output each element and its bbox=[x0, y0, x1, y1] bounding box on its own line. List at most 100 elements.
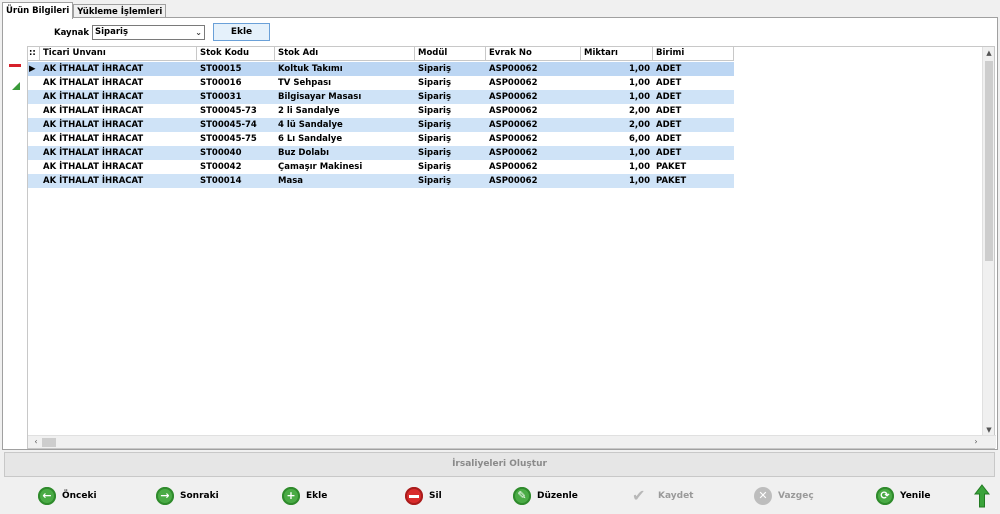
column-header[interactable]: Miktarı bbox=[581, 47, 653, 61]
cell-modul[interactable]: Sipariş bbox=[415, 174, 486, 188]
cell-modul[interactable]: Sipariş bbox=[415, 76, 486, 90]
cell-evrak[interactable]: ASP00062 bbox=[486, 118, 581, 132]
ekle-nav-button[interactable]: + Ekle bbox=[282, 485, 327, 507]
cell-ad[interactable]: TV Sehpası bbox=[275, 76, 415, 90]
sil-button[interactable]: Sil bbox=[405, 485, 442, 507]
table-row[interactable]: AK İTHALAT İHRACAT ST00040 Buz Dolabı Si… bbox=[28, 146, 734, 160]
cell-ad[interactable]: 2 li Sandalye bbox=[275, 104, 415, 118]
cell-kod[interactable]: ST00031 bbox=[197, 90, 275, 104]
cell-birim[interactable]: ADET bbox=[653, 104, 734, 118]
cell-kod[interactable]: ST00045-74 bbox=[197, 118, 275, 132]
sonraki-button[interactable]: → Sonraki bbox=[156, 485, 219, 507]
horizontal-scrollbar[interactable]: ‹ › bbox=[28, 435, 996, 448]
remove-row-icon[interactable] bbox=[9, 64, 21, 67]
cell-evrak[interactable]: ASP00062 bbox=[486, 62, 581, 76]
cell-evrak[interactable]: ASP00062 bbox=[486, 174, 581, 188]
cell-evrak[interactable]: ASP00062 bbox=[486, 160, 581, 174]
cell-unvan[interactable]: AK İTHALAT İHRACAT bbox=[40, 62, 197, 76]
cell-ad[interactable]: 4 lü Sandalye bbox=[275, 118, 415, 132]
cell-modul[interactable]: Sipariş bbox=[415, 90, 486, 104]
column-header[interactable]: Evrak No bbox=[486, 47, 581, 61]
onceki-button[interactable]: ← Önceki bbox=[38, 485, 97, 507]
cell-evrak[interactable]: ASP00062 bbox=[486, 132, 581, 146]
cell-unvan[interactable]: AK İTHALAT İHRACAT bbox=[40, 90, 197, 104]
tab-urun-bilgileri[interactable]: Ürün Bilgileri bbox=[2, 2, 74, 19]
duzenle-button[interactable]: ✎ Düzenle bbox=[513, 485, 578, 507]
cell-evrak[interactable]: ASP00062 bbox=[486, 90, 581, 104]
cell-miktar[interactable]: 1,00 bbox=[581, 76, 653, 90]
cell-miktar[interactable]: 1,00 bbox=[581, 62, 653, 76]
cell-ad[interactable]: Bilgisayar Masası bbox=[275, 90, 415, 104]
cell-miktar[interactable]: 1,00 bbox=[581, 174, 653, 188]
cell-modul[interactable]: Sipariş bbox=[415, 160, 486, 174]
cell-modul[interactable]: Sipariş bbox=[415, 118, 486, 132]
cell-miktar[interactable]: 6,00 bbox=[581, 132, 653, 146]
cell-modul[interactable]: Sipariş bbox=[415, 132, 486, 146]
cell-miktar[interactable]: 1,00 bbox=[581, 160, 653, 174]
cell-ad[interactable]: Masa bbox=[275, 174, 415, 188]
vazgec-button[interactable]: ✕ Vazgeç bbox=[754, 485, 814, 507]
vertical-scrollbar[interactable]: ▲ ▼ bbox=[982, 47, 994, 436]
yenile-button[interactable]: ⟳ Yenile bbox=[876, 485, 930, 507]
cell-ad[interactable]: Koltuk Takımı bbox=[275, 62, 415, 76]
cell-evrak[interactable]: ASP00062 bbox=[486, 76, 581, 90]
cell-evrak[interactable]: ASP00062 bbox=[486, 104, 581, 118]
cell-birim[interactable]: PAKET bbox=[653, 174, 734, 188]
table-row[interactable]: AK İTHALAT İHRACAT ST00045-74 4 lü Sanda… bbox=[28, 118, 734, 132]
cell-kod[interactable]: ST00016 bbox=[197, 76, 275, 90]
cell-unvan[interactable]: AK İTHALAT İHRACAT bbox=[40, 160, 197, 174]
cell-unvan[interactable]: AK İTHALAT İHRACAT bbox=[40, 132, 197, 146]
cell-kod[interactable]: ST00040 bbox=[197, 146, 275, 160]
cell-unvan[interactable]: AK İTHALAT İHRACAT bbox=[40, 174, 197, 188]
cell-miktar[interactable]: 2,00 bbox=[581, 104, 653, 118]
irsaliye-olustur-button[interactable]: İrsaliyeleri Oluştur bbox=[4, 452, 995, 477]
table-row[interactable]: AK İTHALAT İHRACAT ST00042 Çamaşır Makin… bbox=[28, 160, 734, 174]
table-row[interactable]: AK İTHALAT İHRACAT ST00014 Masa Sipariş … bbox=[28, 174, 734, 188]
scroll-left-icon[interactable]: ‹ bbox=[30, 436, 42, 448]
cell-unvan[interactable]: AK İTHALAT İHRACAT bbox=[40, 146, 197, 160]
cell-ad[interactable]: Çamaşır Makinesi bbox=[275, 160, 415, 174]
cell-kod[interactable]: ST00042 bbox=[197, 160, 275, 174]
column-header[interactable]: Ticari Unvanı bbox=[40, 47, 197, 61]
table-row[interactable]: AK İTHALAT İHRACAT ST00031 Bilgisayar Ma… bbox=[28, 90, 734, 104]
cell-kod[interactable]: ST00045-75 bbox=[197, 132, 275, 146]
horizontal-scroll-thumb[interactable] bbox=[42, 438, 56, 447]
column-header[interactable]: Stok Adı bbox=[275, 47, 415, 61]
cell-unvan[interactable]: AK İTHALAT İHRACAT bbox=[40, 104, 197, 118]
cell-birim[interactable]: ADET bbox=[653, 146, 734, 160]
kaynak-select[interactable]: Sipariş ⌄ bbox=[92, 25, 205, 40]
column-header[interactable]: Stok Kodu bbox=[197, 47, 275, 61]
cell-birim[interactable]: ADET bbox=[653, 76, 734, 90]
cell-birim[interactable]: ADET bbox=[653, 62, 734, 76]
cell-modul[interactable]: Sipariş bbox=[415, 62, 486, 76]
cell-modul[interactable]: Sipariş bbox=[415, 146, 486, 160]
cell-ad[interactable]: Buz Dolabı bbox=[275, 146, 415, 160]
cell-birim[interactable]: ADET bbox=[653, 90, 734, 104]
table-row[interactable]: AK İTHALAT İHRACAT ST00045-75 6 Lı Sanda… bbox=[28, 132, 734, 146]
edit-row-icon[interactable] bbox=[12, 82, 20, 90]
table-row[interactable]: AK İTHALAT İHRACAT ST00016 TV Sehpası Si… bbox=[28, 76, 734, 90]
column-header[interactable]: Modül bbox=[415, 47, 486, 61]
cell-miktar[interactable]: 1,00 bbox=[581, 90, 653, 104]
arrow-up-icon[interactable] bbox=[974, 484, 990, 508]
cell-birim[interactable]: ADET bbox=[653, 118, 734, 132]
cell-kod[interactable]: ST00045-73 bbox=[197, 104, 275, 118]
cell-kod[interactable]: ST00015 bbox=[197, 62, 275, 76]
kaydet-button[interactable]: ✔ Kaydet bbox=[632, 485, 694, 507]
cell-miktar[interactable]: 2,00 bbox=[581, 118, 653, 132]
cell-unvan[interactable]: AK İTHALAT İHRACAT bbox=[40, 76, 197, 90]
cell-birim[interactable]: ADET bbox=[653, 132, 734, 146]
scroll-right-icon[interactable]: › bbox=[970, 436, 982, 448]
ekle-button[interactable]: Ekle bbox=[213, 23, 270, 41]
row-indicator-header[interactable]: :: bbox=[28, 47, 40, 61]
cell-ad[interactable]: 6 Lı Sandalye bbox=[275, 132, 415, 146]
cell-evrak[interactable]: ASP00062 bbox=[486, 146, 581, 160]
vertical-scroll-thumb[interactable] bbox=[985, 61, 993, 261]
cell-miktar[interactable]: 1,00 bbox=[581, 146, 653, 160]
cell-modul[interactable]: Sipariş bbox=[415, 104, 486, 118]
cell-birim[interactable]: PAKET bbox=[653, 160, 734, 174]
cell-unvan[interactable]: AK İTHALAT İHRACAT bbox=[40, 118, 197, 132]
column-header[interactable]: Birimi bbox=[653, 47, 734, 61]
table-row[interactable]: ▶ AK İTHALAT İHRACAT ST00015 Koltuk Takı… bbox=[28, 62, 734, 76]
table-row[interactable]: AK İTHALAT İHRACAT ST00045-73 2 li Sanda… bbox=[28, 104, 734, 118]
